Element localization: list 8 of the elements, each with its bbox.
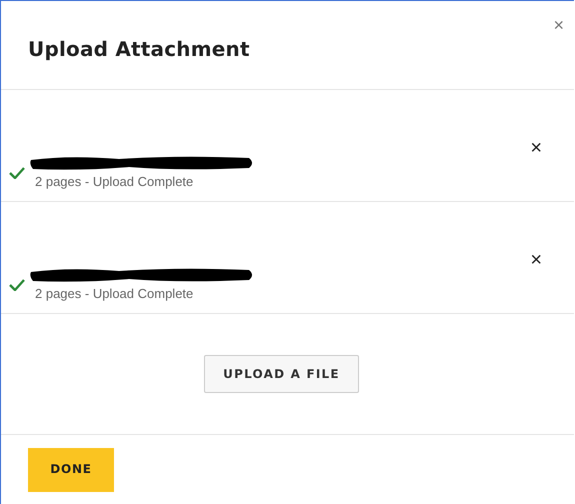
done-button[interactable]: DONE	[28, 448, 114, 492]
upload-button[interactable]: UPLOAD A FILE	[204, 355, 359, 393]
remove-button[interactable]: ×	[526, 250, 546, 270]
upload-status: 2 pages - Upload Complete	[35, 174, 194, 189]
upload-status: 2 pages - Upload Complete	[35, 286, 194, 301]
close-button[interactable]: ×	[549, 16, 568, 34]
remove-button[interactable]: ×	[526, 138, 546, 158]
dialog-title: Upload Attachment	[28, 37, 250, 61]
